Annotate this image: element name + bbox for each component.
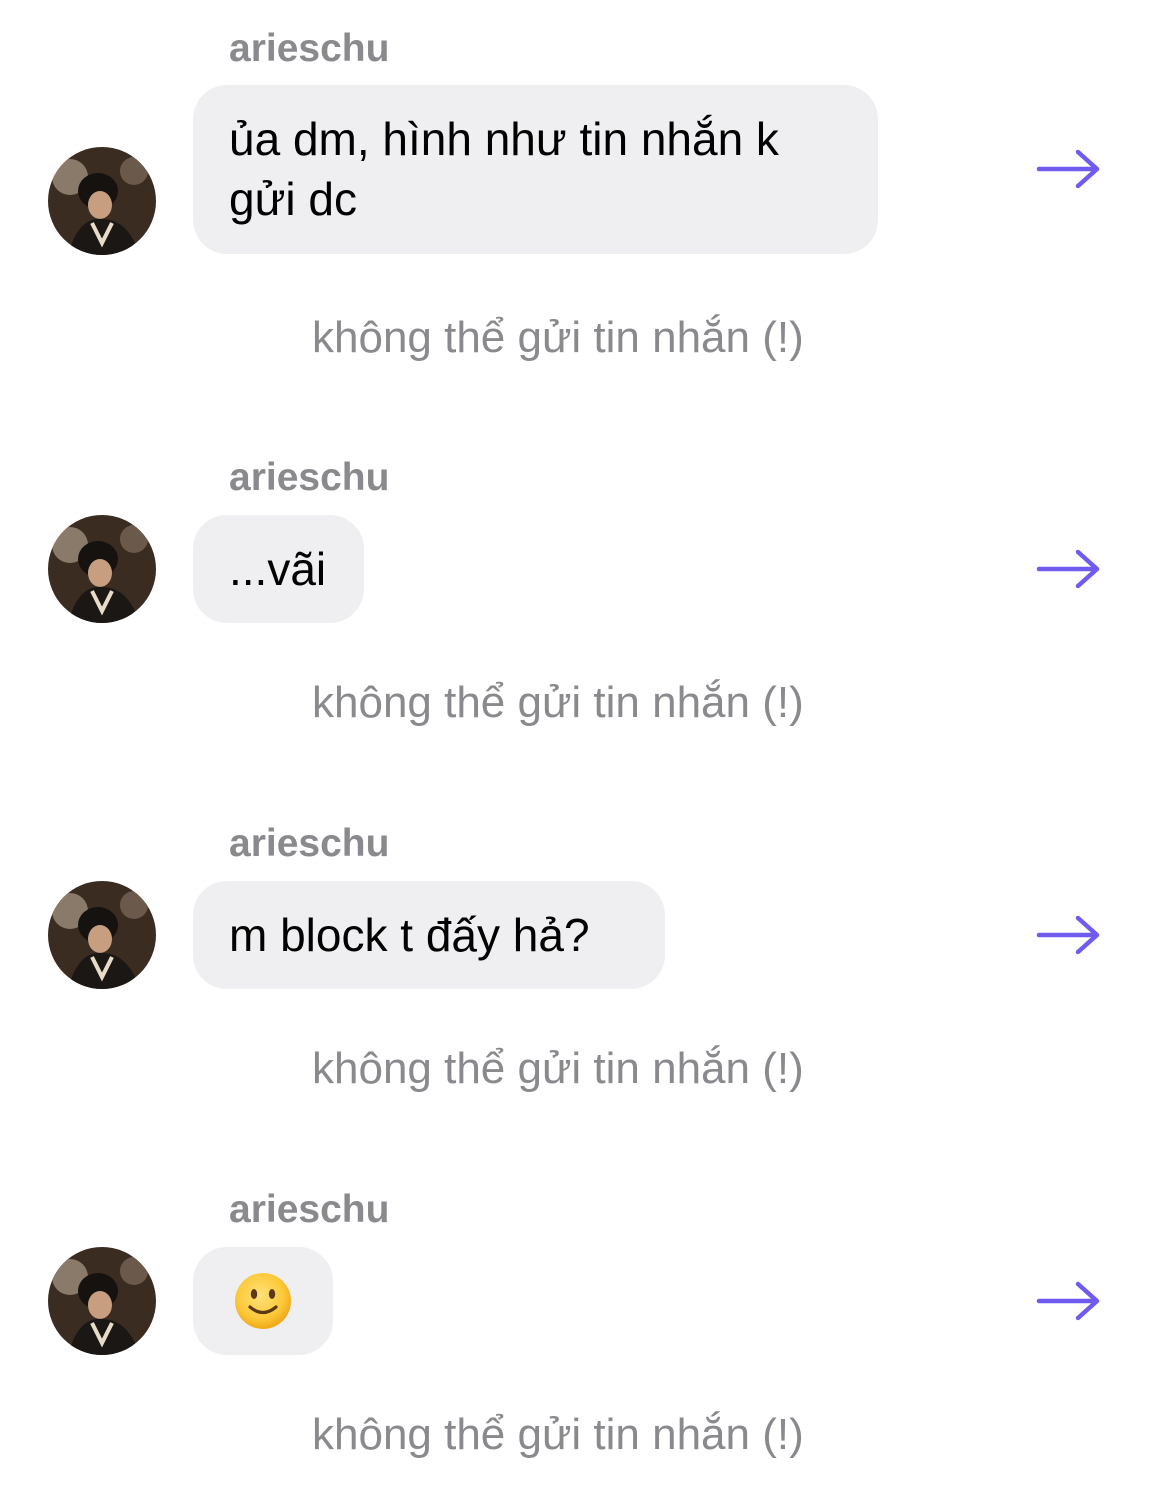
arrow-right-icon[interactable] [1036,549,1102,589]
message-text: ủa dm, hình như tin nhắn k gửi dc [229,113,779,225]
arrow-right-icon[interactable] [1036,149,1102,189]
arrow-right-icon[interactable] [1036,1281,1102,1321]
sender-name[interactable]: arieschu [229,26,389,72]
avatar[interactable] [48,1247,156,1355]
message-text: m block t đấy hả? [229,909,590,961]
avatar[interactable] [48,881,156,989]
sender-name[interactable]: arieschu [229,821,389,867]
message-bubble[interactable]: ủa dm, hình như tin nhắn k gửi dc [193,85,878,254]
arrow-right-icon[interactable] [1036,915,1102,955]
error-status: không thể gửi tin nhắn (!) [312,1044,804,1093]
message-bubble[interactable]: m block t đấy hả? [193,881,665,989]
message-bubble[interactable] [193,1247,333,1355]
error-status: không thể gửi tin nhắn (!) [312,313,804,362]
error-status: không thể gửi tin nhắn (!) [312,1410,804,1459]
message-bubble[interactable]: ...vãi [193,515,364,623]
avatar[interactable] [48,147,156,255]
avatar[interactable] [48,515,156,623]
slightly-smiling-face-icon [235,1273,291,1329]
sender-name[interactable]: arieschu [229,1187,389,1233]
error-status: không thể gửi tin nhắn (!) [312,678,804,727]
message-text: ...vãi [229,543,327,595]
sender-name[interactable]: arieschu [229,455,389,501]
